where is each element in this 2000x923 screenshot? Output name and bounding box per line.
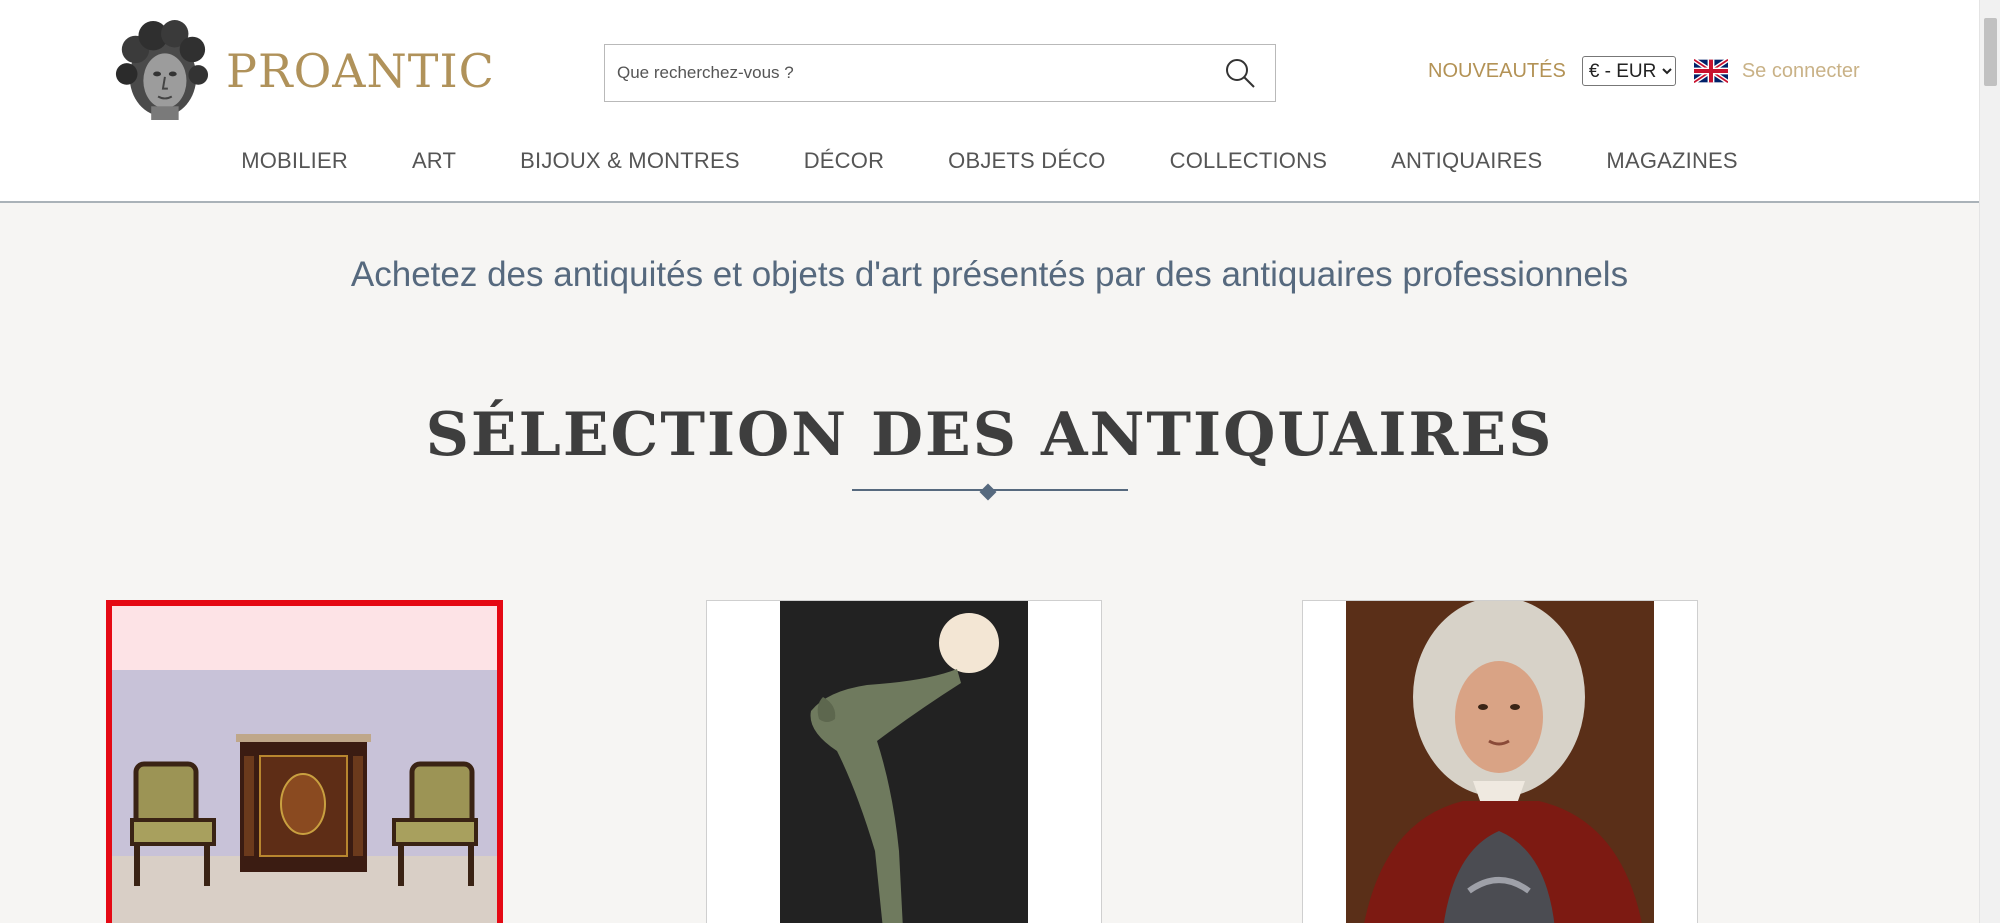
divider-diamond-icon [979, 483, 997, 501]
nouveautes-link[interactable]: NOUVEAUTÉS [1428, 60, 1566, 83]
search-box [604, 44, 1276, 102]
vertical-scrollbar[interactable] [1979, 0, 2000, 923]
search-icon [1226, 58, 1255, 88]
nav-item-objets-deco[interactable]: OBJETS DÉCO [916, 148, 1137, 174]
site-header: PROANTIC NOUVEAUTÉS € - EUR [0, 0, 1979, 203]
product-card-bronze-lamp[interactable] [706, 600, 1102, 923]
nav-item-bijoux-montres[interactable]: BIJOUX & MONTRES [488, 148, 772, 174]
login-link[interactable]: Se connecter [1742, 60, 1860, 83]
furniture-set-cabinet-armchairs-photo [112, 606, 497, 923]
portrait-nobleman-armor-painting-photo [1303, 601, 1697, 923]
logo-link[interactable]: PROANTIC [112, 20, 495, 122]
nav-item-art[interactable]: ART [380, 148, 488, 174]
main-nav: MOBILIER ART BIJOUX & MONTRES DÉCOR OBJE… [0, 148, 1979, 174]
nav-item-mobilier[interactable]: MOBILIER [209, 148, 380, 174]
art-deco-bronze-dancer-lamp-photo [707, 601, 1101, 923]
uk-flag-icon[interactable] [1693, 59, 1728, 83]
header-actions: NOUVEAUTÉS € - EUR Se connecter [1428, 56, 1860, 86]
product-card-furniture[interactable] [106, 600, 503, 923]
section-title: SÉLECTION DES ANTIQUAIRES [425, 400, 1554, 470]
page-tagline: Achetez des antiquités et objets d'art p… [350, 255, 1629, 294]
product-card-portrait[interactable] [1302, 600, 1698, 923]
currency-select[interactable]: € - EUR [1581, 56, 1676, 86]
scrollbar-thumb[interactable] [1984, 18, 1997, 86]
nav-item-decor[interactable]: DÉCOR [772, 148, 916, 174]
nav-item-antiquaires[interactable]: ANTIQUAIRES [1359, 148, 1574, 174]
brand-name: PROANTIC [226, 44, 495, 98]
search-input[interactable] [605, 45, 1205, 100]
search-button[interactable] [1205, 45, 1275, 100]
nav-item-magazines[interactable]: MAGAZINES [1574, 148, 1769, 174]
nav-item-collections[interactable]: COLLECTIONS [1138, 148, 1359, 174]
page: PROANTIC NOUVEAUTÉS € - EUR [0, 0, 2000, 923]
classical-head-sculpture-icon [115, 20, 209, 120]
